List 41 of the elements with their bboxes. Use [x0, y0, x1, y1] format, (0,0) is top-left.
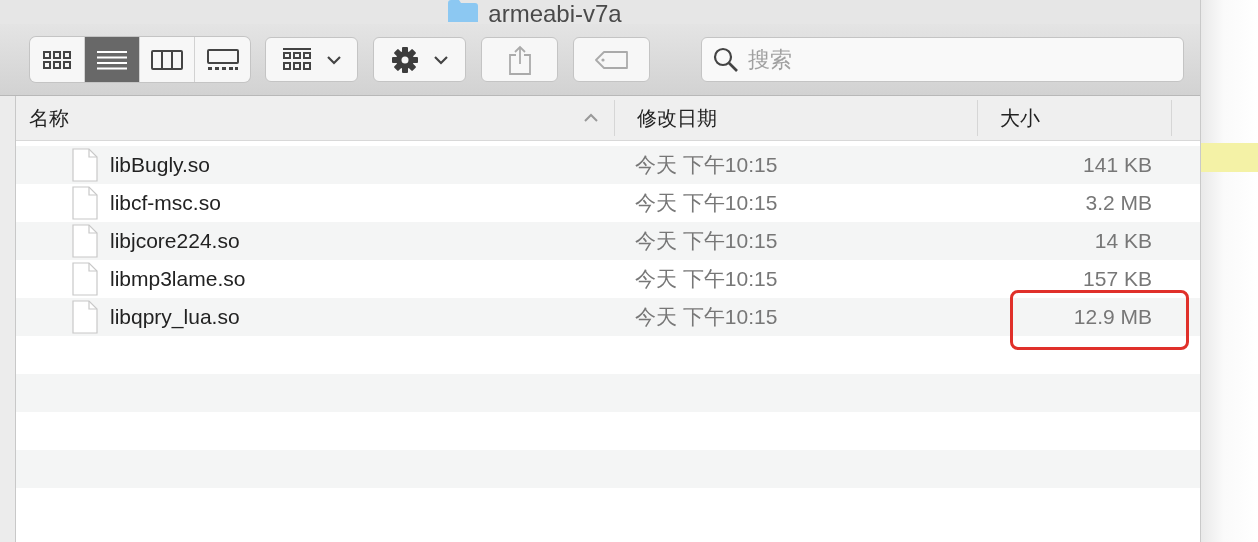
file-name: libqpry_lua.so	[110, 305, 240, 329]
file-icon	[72, 262, 98, 296]
search-icon	[713, 47, 739, 73]
share-icon	[507, 44, 532, 75]
action-button[interactable]	[373, 37, 466, 82]
file-name: libjcore224.so	[110, 229, 240, 253]
list-icon	[97, 49, 127, 70]
file-size: 141 KB	[1083, 153, 1152, 177]
gallery-icon	[206, 48, 239, 71]
file-name: libmp3lame.so	[110, 267, 246, 291]
date-modified: 今天 下午10:15	[635, 266, 778, 292]
file-size: 12.9 MB	[1073, 305, 1152, 329]
icons-view-button[interactable]	[30, 37, 85, 82]
columns-view-button[interactable]	[140, 37, 195, 82]
search-field[interactable]: 搜索	[701, 37, 1184, 82]
column-header[interactable]: 修改日期	[615, 100, 978, 136]
file-size: 157 KB	[1083, 267, 1152, 291]
file-name: libcf-msc.so	[110, 191, 221, 215]
column-header[interactable]: 名称	[16, 100, 615, 136]
gear-icon	[390, 45, 419, 74]
date-modified: 今天 下午10:15	[635, 304, 778, 330]
folder-icon	[448, 0, 479, 22]
grid-icon	[43, 49, 71, 70]
gallery-view-button[interactable]	[195, 37, 250, 82]
columns-icon	[151, 49, 183, 70]
caret-icon	[325, 54, 342, 65]
caret-icon	[432, 54, 449, 65]
column-header[interactable]: 大小	[978, 100, 1172, 136]
tag-icon	[594, 50, 629, 69]
group-button[interactable]	[265, 37, 358, 82]
file-size: 3.2 MB	[1085, 191, 1152, 215]
file-icon	[72, 186, 98, 220]
list-view-button[interactable]	[85, 37, 140, 82]
highlight-strip	[1201, 143, 1258, 172]
window-title: armeabi-v7a	[488, 0, 622, 24]
file-size: 14 KB	[1094, 229, 1152, 253]
date-modified: 今天 下午10:15	[635, 190, 778, 216]
file-name: libBugly.so	[110, 153, 210, 177]
date-modified: 今天 下午10:15	[635, 228, 778, 254]
date-modified: 今天 下午10:15	[635, 152, 778, 178]
group-icon	[281, 47, 312, 72]
